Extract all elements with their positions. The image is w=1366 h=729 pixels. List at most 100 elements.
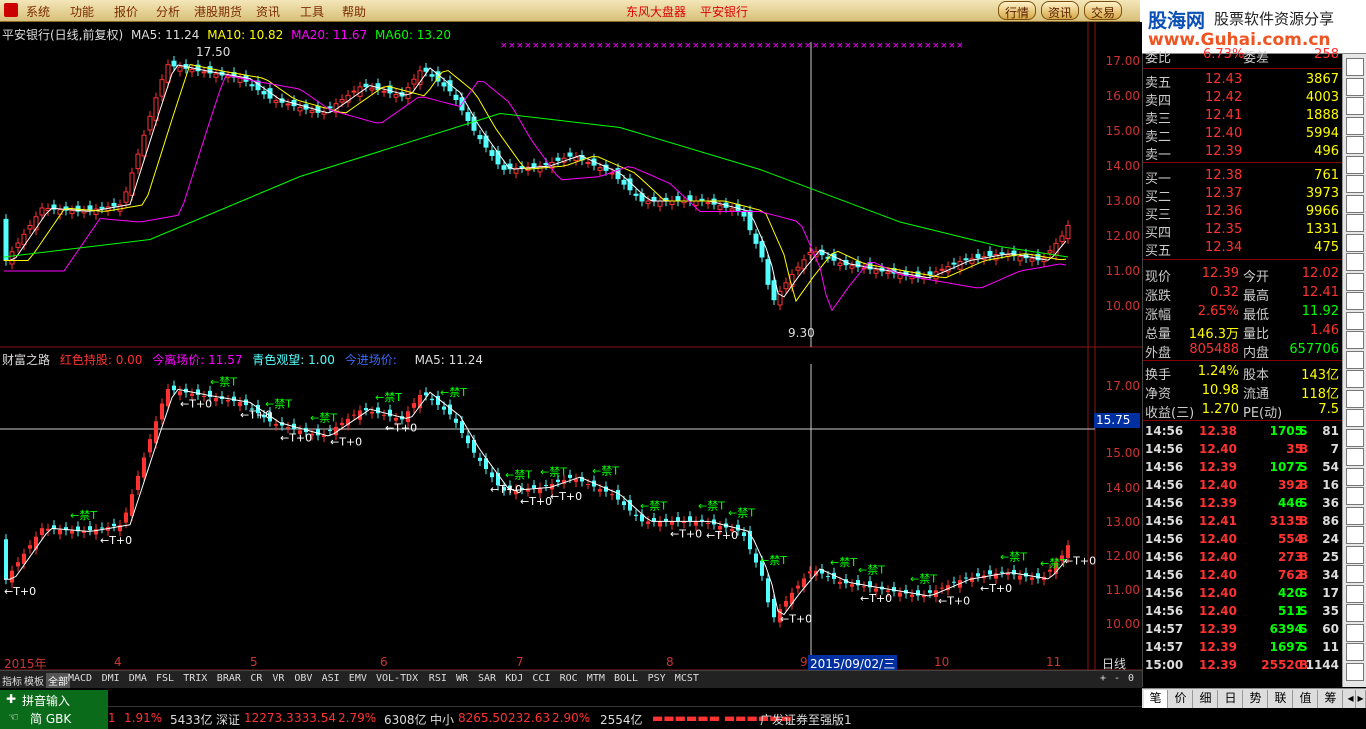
indicator-tab[interactable]: DMI [102,673,120,684]
scroll-end-icon[interactable] [1346,662,1364,681]
detail-tab[interactable]: 价 [1169,690,1193,708]
indicator-tab[interactable]: TRIX [183,673,207,684]
t0-marker: ←T+0 [980,582,1012,595]
link-icon[interactable] [1346,643,1364,661]
menu-help[interactable]: 帮助 [342,3,366,20]
doc-icon[interactable] [1346,604,1364,622]
trade-button[interactable]: 交易 [1084,1,1123,20]
bar-icon[interactable] [1346,194,1364,213]
ime-panel[interactable]: 拼音输入 简 GBK ✚ ☜ [0,690,108,729]
detail-tab[interactable]: 值 [1294,690,1318,708]
indicator-tab[interactable]: BRAR [217,673,241,684]
scroll-up-icon[interactable] [1346,58,1364,76]
settings-icon[interactable] [1346,409,1364,427]
indicator-body [850,584,854,587]
menu-system[interactable]: 系统 [26,3,50,20]
indicator-tab[interactable]: MCST [675,673,699,684]
detail-tab[interactable]: 笔 [1144,690,1168,708]
info-button[interactable]: 资讯 [1041,1,1080,20]
menu-tools[interactable]: 工具 [300,3,324,20]
zoom-out-icon[interactable]: - [1114,673,1120,684]
indicator-tab[interactable]: VR [272,673,284,684]
tile-icon[interactable] [1346,233,1364,252]
detail-tab[interactable]: 联 [1269,690,1293,708]
calendar-icon[interactable] [1346,155,1364,174]
ime-mode[interactable]: 简 GBK [30,710,71,727]
sound-icon[interactable] [1346,506,1364,525]
indicator-tab[interactable]: 模板 [24,673,44,688]
indicator-tab[interactable]: DMA [129,673,147,684]
window-icon[interactable] [1346,97,1364,115]
plus-icon[interactable] [1346,565,1364,583]
indicator-tab[interactable]: SAR [478,673,496,684]
indicator-body [652,518,656,522]
rsi-icon[interactable] [1346,311,1364,330]
menu-function[interactable]: 功能 [70,3,94,20]
forbid-t-marker: ←禁T [858,564,885,577]
page-icon[interactable] [1346,448,1364,466]
grid-icon[interactable] [1346,136,1364,154]
menu-analysis[interactable]: 分析 [156,3,180,20]
indicator-tab[interactable]: KDJ [505,673,523,684]
next-icon[interactable]: ▸ [1356,690,1366,708]
indicator-tab[interactable]: 全部 [46,673,70,688]
close-icon[interactable]: 0 [1128,673,1134,684]
detail-tab[interactable]: 日 [1219,690,1243,708]
indicator-tab[interactable]: MTM [587,673,605,684]
eye-icon[interactable] [1346,487,1364,505]
indicator-tab[interactable]: EMV [349,673,367,684]
dash-icon[interactable] [1346,526,1364,544]
indicator-tab[interactable]: BOLL [614,673,638,684]
menu-hk-futures[interactable]: 港股期货 [194,3,242,20]
indicator-tab[interactable]: OBV [294,673,312,684]
ask-volume: 4003 [1305,90,1339,105]
f10-icon[interactable] [1346,175,1364,193]
refresh-icon[interactable] [1346,584,1364,603]
indicator-tab[interactable]: RSI [429,673,447,684]
indicator-tab[interactable]: VOL-TDX [376,673,418,684]
forbid-t-marker: ←禁T [375,391,402,404]
t0-marker: ←T+0 [706,529,738,542]
detail-tab[interactable]: 筹 [1319,690,1343,708]
indicator-tab[interactable]: MACD [68,673,92,684]
indicator-tab[interactable]: PSY [648,673,666,684]
separator [1143,68,1343,69]
indicator-tab[interactable]: CCI [532,673,550,684]
flag-icon[interactable] [1346,253,1364,271]
pen-icon[interactable] [1346,389,1364,408]
indicator-tab[interactable]: 指标 [2,673,22,688]
f5-icon[interactable] [1346,428,1364,447]
menu-news[interactable]: 资讯 [256,3,280,20]
market-button[interactable]: 行情 [998,1,1037,20]
chart-line-icon[interactable] [1346,292,1364,310]
check-icon[interactable] [1346,545,1364,564]
box-icon[interactable] [1346,272,1364,291]
candle-body [759,241,765,258]
indicator-body [190,393,194,396]
move-icon[interactable] [1346,370,1364,388]
detail-tab[interactable]: 势 [1244,690,1268,708]
detail-tab[interactable]: 细 [1194,690,1218,708]
list2-icon[interactable] [1346,623,1364,642]
zoom-in-icon[interactable]: + [1100,673,1106,684]
prev-icon[interactable]: ◂ [1346,690,1356,708]
kline-chart-area[interactable]: ←禁T ←禁T ←禁T ←禁T ←禁T ←禁T ←禁T ←禁T ←禁T ←禁T ←禁T ←禁T ←禁T ←… [0,22,1142,688]
indicator-y-tick: 11.00 [1105,583,1140,597]
signal-x-marker: × [812,41,820,51]
tool-icon[interactable] [1346,350,1364,369]
scroll-down-icon[interactable] [1346,467,1364,486]
signal-x-marker: × [956,41,964,51]
indicator-tab[interactable]: ASI [322,673,340,684]
arrow-icon[interactable] [1346,331,1364,349]
indicator-tab[interactable]: CR [250,673,262,684]
indicator-tab[interactable]: ROC [560,673,578,684]
menu-quote[interactable]: 报价 [114,3,138,20]
indicator-tab[interactable]: WR [456,673,468,684]
stat-label: 总量 [1145,327,1172,342]
chart-icon[interactable] [1346,116,1364,135]
list-icon[interactable] [1346,77,1364,96]
indicator-tab[interactable]: FSL [156,673,174,684]
sz-index-pct: 2.79% [338,711,377,725]
line-icon[interactable] [1346,214,1364,232]
stat-label: 外盘 [1145,346,1172,361]
